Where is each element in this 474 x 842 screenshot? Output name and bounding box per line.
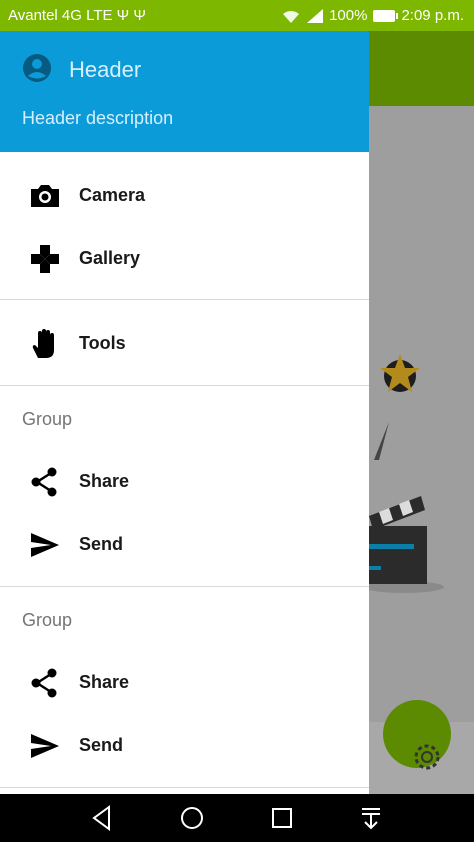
header-description: Header description bbox=[22, 108, 174, 128]
menu-item-label: Tools bbox=[79, 333, 126, 353]
back-icon[interactable] bbox=[89, 804, 117, 832]
menu-item-share[interactable]: Share bbox=[0, 449, 369, 512]
share-icon bbox=[31, 668, 57, 698]
send-icon bbox=[31, 734, 59, 758]
menu-item-gallery[interactable]: Gallery bbox=[0, 226, 369, 289]
menu-item-send[interactable]: Send bbox=[0, 713, 369, 776]
menu-item-send[interactable]: Send bbox=[0, 512, 369, 575]
gear-icon[interactable] bbox=[410, 740, 444, 774]
send-icon bbox=[31, 533, 59, 557]
status-bar: Avantel 4G LTE Ψ Ψ 100% 2:09 p.m. bbox=[0, 0, 474, 31]
group-title: Group bbox=[22, 409, 73, 429]
clock: 2:09 p.m. bbox=[401, 7, 464, 24]
divider bbox=[0, 787, 369, 788]
app-content bbox=[369, 106, 474, 722]
clapperboard-icon bbox=[369, 422, 444, 593]
divider bbox=[0, 299, 369, 300]
menu-item-label: Share bbox=[79, 471, 130, 491]
recents-icon[interactable] bbox=[268, 804, 296, 832]
status-right: 100% 2:09 p.m. bbox=[281, 7, 464, 24]
menu-item-label: Send bbox=[79, 534, 124, 554]
gallery-icon bbox=[31, 245, 59, 273]
battery-percent: 100% bbox=[329, 7, 368, 24]
header-title: Header bbox=[69, 57, 142, 82]
star-badge-icon bbox=[380, 354, 420, 392]
menu-item-label: Send bbox=[79, 735, 124, 755]
account-circle-icon bbox=[23, 54, 51, 82]
home-icon[interactable] bbox=[178, 804, 206, 832]
signal-icon bbox=[307, 8, 324, 23]
tools-icon bbox=[32, 329, 54, 358]
divider bbox=[0, 385, 369, 386]
menu-item-label: Camera bbox=[79, 185, 146, 205]
camera-icon bbox=[31, 185, 59, 207]
system-nav-bar bbox=[0, 794, 474, 842]
notification-pull-icon[interactable] bbox=[357, 804, 385, 832]
app-toolbar bbox=[369, 31, 474, 106]
group-title: Group bbox=[22, 610, 73, 630]
wifi-icon bbox=[283, 10, 300, 23]
share-icon bbox=[31, 467, 57, 497]
menu-item-share[interactable]: Share bbox=[0, 650, 369, 713]
menu-item-label: Share bbox=[79, 672, 130, 692]
divider bbox=[0, 586, 369, 587]
navigation-drawer: Header Header description Camera Gallery… bbox=[0, 31, 369, 794]
menu-item-tools[interactable]: Tools bbox=[0, 311, 369, 374]
menu-item-label: Gallery bbox=[79, 248, 141, 268]
menu-item-camera[interactable]: Camera bbox=[0, 163, 369, 226]
battery-icon bbox=[373, 9, 399, 22]
carrier-label: Avantel 4G LTE Ψ Ψ bbox=[8, 7, 146, 24]
drawer-header: Header Header description bbox=[0, 31, 369, 152]
